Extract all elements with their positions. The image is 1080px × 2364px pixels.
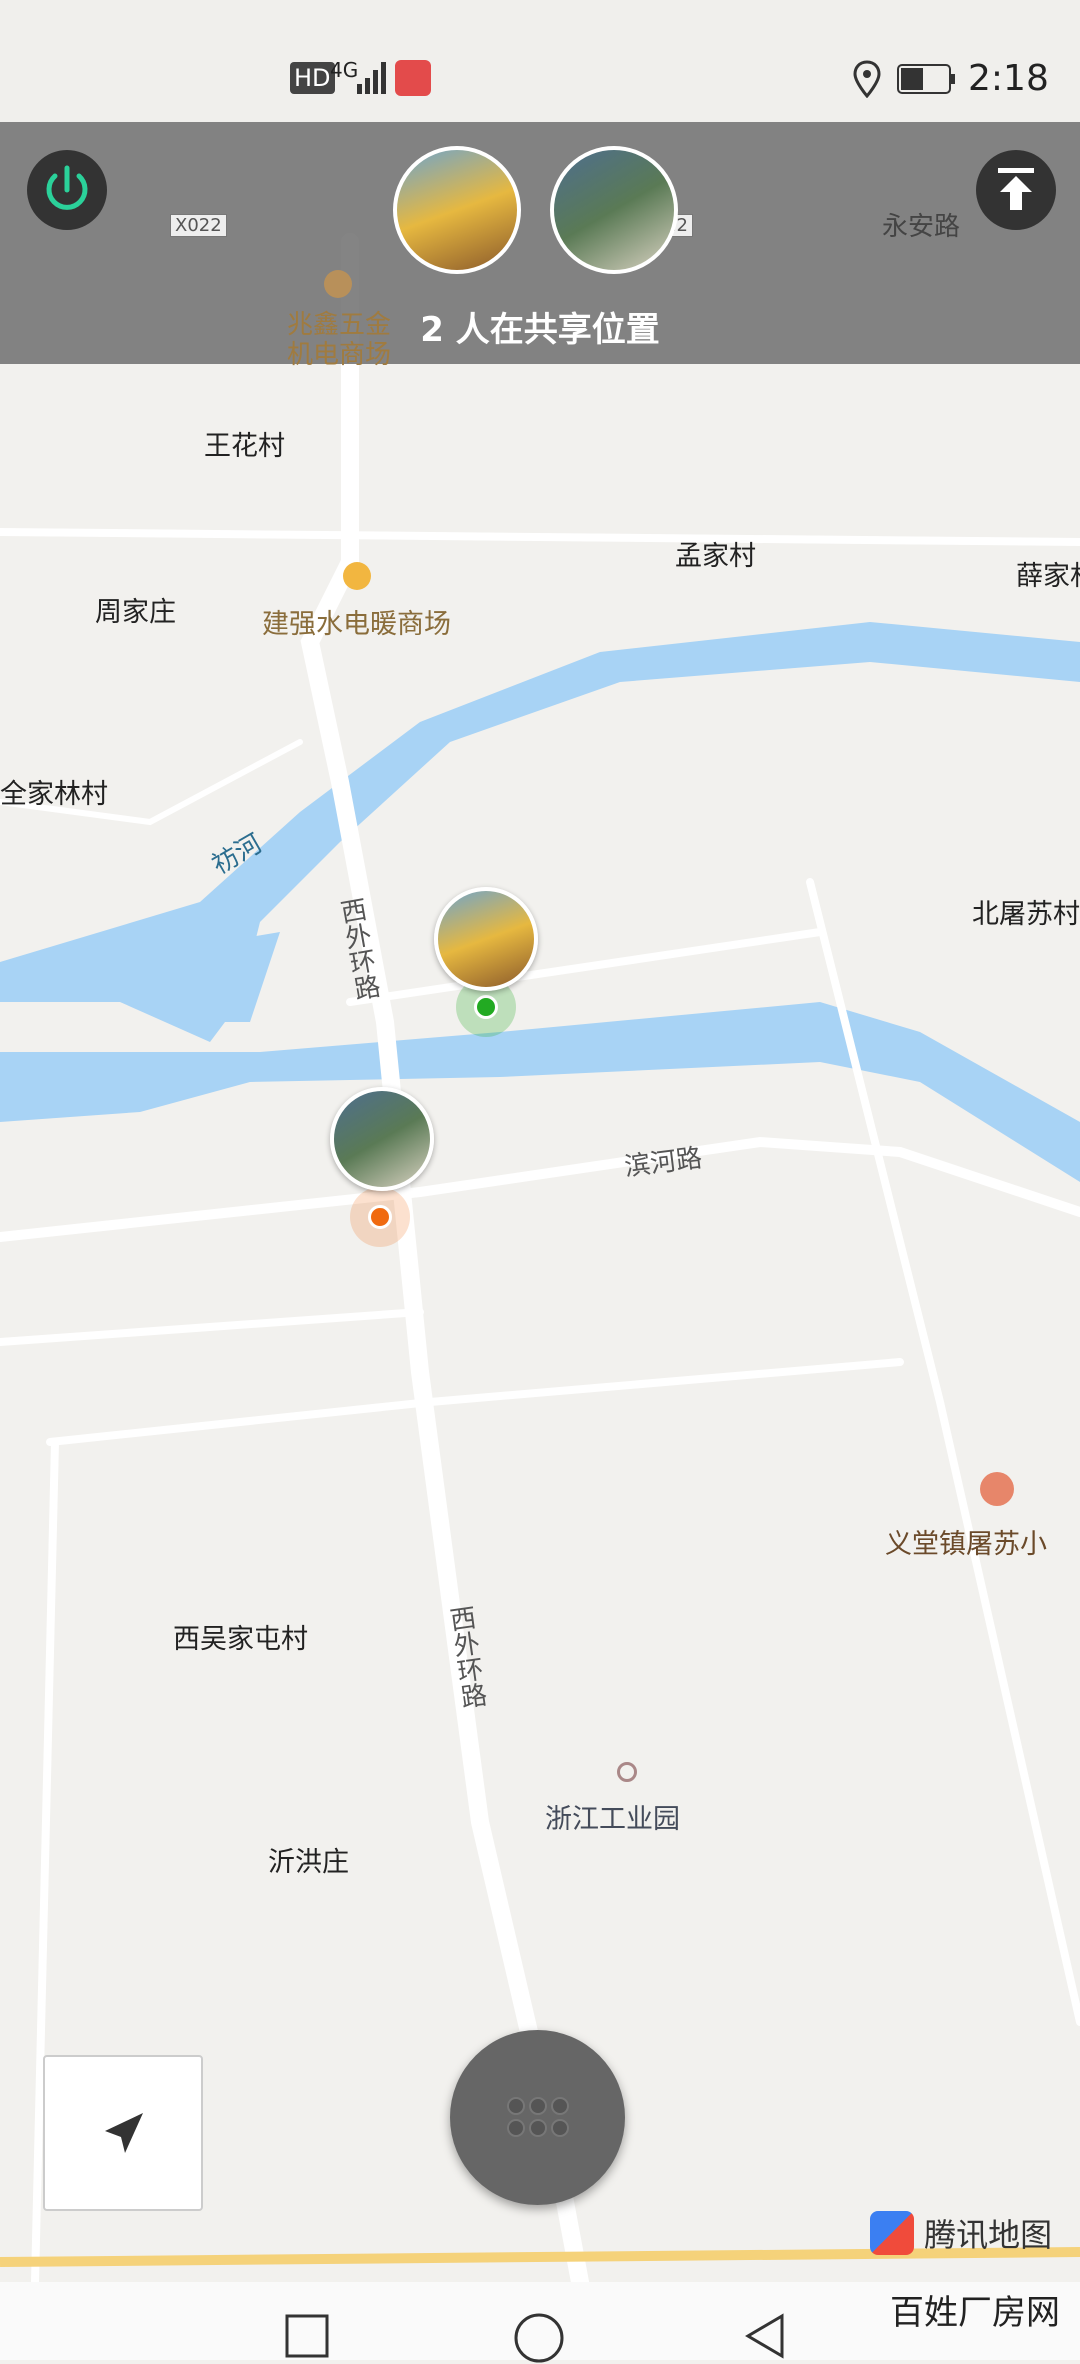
user-marker-1[interactable] (434, 887, 538, 991)
orange-location-dot (368, 1205, 392, 1229)
shared-user-avatar-2[interactable] (550, 146, 678, 274)
park-icon (617, 1762, 637, 1782)
map-canvas (0, 122, 1080, 2282)
poi-label: 义堂镇屠苏小 (885, 1529, 1047, 1560)
poi-label: 浙江工业园 (545, 1804, 680, 1835)
hd-badge: HD (290, 62, 335, 94)
signal-icon (357, 62, 386, 94)
power-button[interactable] (27, 150, 107, 230)
huawei-icon (395, 60, 431, 96)
map-logo-text: 腾讯地图 (924, 2216, 1053, 2254)
place-label: 薛家村 (1016, 561, 1080, 592)
locate-button[interactable] (43, 2055, 203, 2211)
menu-button[interactable] (450, 2030, 625, 2205)
grid-dots-icon (507, 2097, 569, 2137)
place-label: 北屠苏村 (972, 899, 1080, 930)
map-logo: 腾讯地图 (870, 2210, 1052, 2256)
shop-icon (324, 270, 352, 298)
shared-user-avatar-1[interactable] (393, 146, 521, 274)
recent-apps-button[interactable] (285, 2314, 331, 2360)
back-button[interactable] (742, 2312, 790, 2360)
place-label: 孟家村 (675, 541, 756, 572)
shop-icon (343, 562, 371, 590)
power-icon (46, 165, 88, 210)
user-marker-2[interactable] (330, 1087, 434, 1191)
network-type: 4G (330, 58, 359, 82)
road-tag: X022 (170, 214, 227, 237)
home-button[interactable] (513, 2312, 565, 2364)
place-label: 沂洪庄 (268, 1847, 349, 1878)
clock: 2:18 (968, 58, 1049, 99)
road-label: 永安路 (882, 212, 961, 242)
locate-arrow-icon (105, 2113, 143, 2153)
poi-label: 建强水电暖商场 (262, 609, 451, 640)
share-overlay: X022 22 永安路 兆鑫五金 机电商场 2 人在共享位置 (0, 122, 1080, 370)
battery-icon (897, 64, 955, 94)
upload-icon (998, 168, 1034, 210)
tencent-map-icon (870, 2211, 914, 2255)
place-label: 全家林村 (0, 779, 108, 810)
school-icon (980, 1472, 1014, 1506)
watermark: 百姓厂房网 (890, 2293, 1060, 2333)
status-bar: HD 4G 2:18 (0, 0, 1080, 122)
place-label: 王花村 (204, 431, 285, 462)
green-location-dot (474, 995, 498, 1019)
location-icon (853, 60, 881, 98)
place-label: 周家庄 (95, 597, 176, 628)
upload-button[interactable] (976, 150, 1056, 230)
place-label: 西吴家屯村 (173, 1624, 308, 1655)
map-view[interactable]: 王花村 周家庄 孟家村 薛家村 全家林村 北屠苏村 西吴家屯村 沂洪庄 建强水电… (0, 122, 1080, 2282)
share-count-text: 2 人在共享位置 (420, 310, 660, 350)
